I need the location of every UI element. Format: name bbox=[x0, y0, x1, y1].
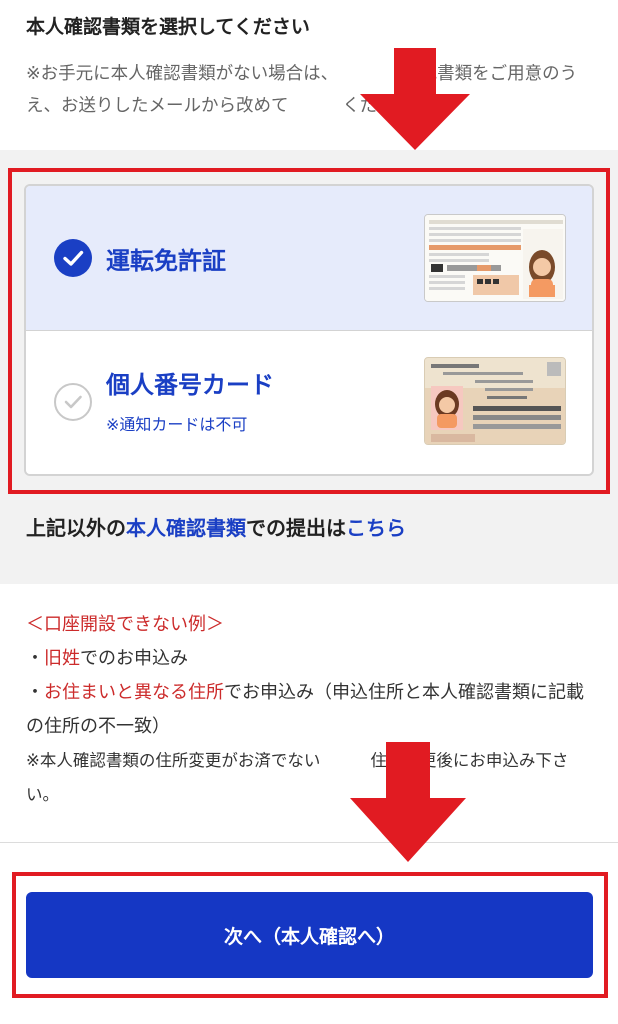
example-1-highlight: 旧姓 bbox=[44, 648, 80, 669]
section-divider bbox=[0, 842, 618, 843]
bullet: ・ bbox=[26, 682, 44, 703]
options-highlight-frame bbox=[8, 168, 610, 494]
next-button[interactable]: 次へ（本人確認へ） bbox=[26, 892, 593, 978]
address-note-a: ※本人確認書類の住所変更がお済でない bbox=[26, 751, 321, 770]
other-documents-line: 上記以外の本人確認書類での提出はこちら bbox=[26, 512, 406, 541]
here-link[interactable]: こちら bbox=[346, 516, 406, 540]
note-part-1: ※お手元に本人確認書類がない場合は、 bbox=[26, 64, 339, 84]
examples-heading: ＜口座開設できない例＞ bbox=[26, 614, 224, 635]
example-1-rest: でのお申込み bbox=[80, 648, 188, 669]
arrow-down-icon bbox=[360, 48, 470, 150]
arrow-down-icon bbox=[350, 742, 466, 862]
other-middle: での提出は bbox=[246, 516, 346, 540]
identity-documents-link[interactable]: 本人確認書類 bbox=[126, 516, 246, 540]
other-prefix: 上記以外の bbox=[26, 516, 126, 540]
example-address-mismatch: ・お住まいと異なる住所でお申込み（申込住所と本人確認書類に記載の住所の不一致） bbox=[26, 676, 601, 744]
bullet: ・ bbox=[26, 648, 44, 669]
missing-document-note: ※お手元に本人確認書類がない場合は、 確認書類をご用意のうえ、お送りしたメールから… bbox=[26, 58, 596, 122]
page-title: 本人確認書類を選択してください bbox=[26, 16, 310, 38]
example-2-highlight: お住まいと異なる住所 bbox=[44, 682, 224, 703]
rejection-examples: ＜口座開設できない例＞ ・旧姓でのお申込み ・お住まいと異なる住所でお申込み（申… bbox=[26, 608, 601, 812]
address-change-note: ※本人確認書類の住所変更がお済でない 住所変更後にお申込み下さい。 bbox=[26, 744, 601, 812]
example-maiden-name: ・旧姓でのお申込み bbox=[26, 642, 601, 676]
